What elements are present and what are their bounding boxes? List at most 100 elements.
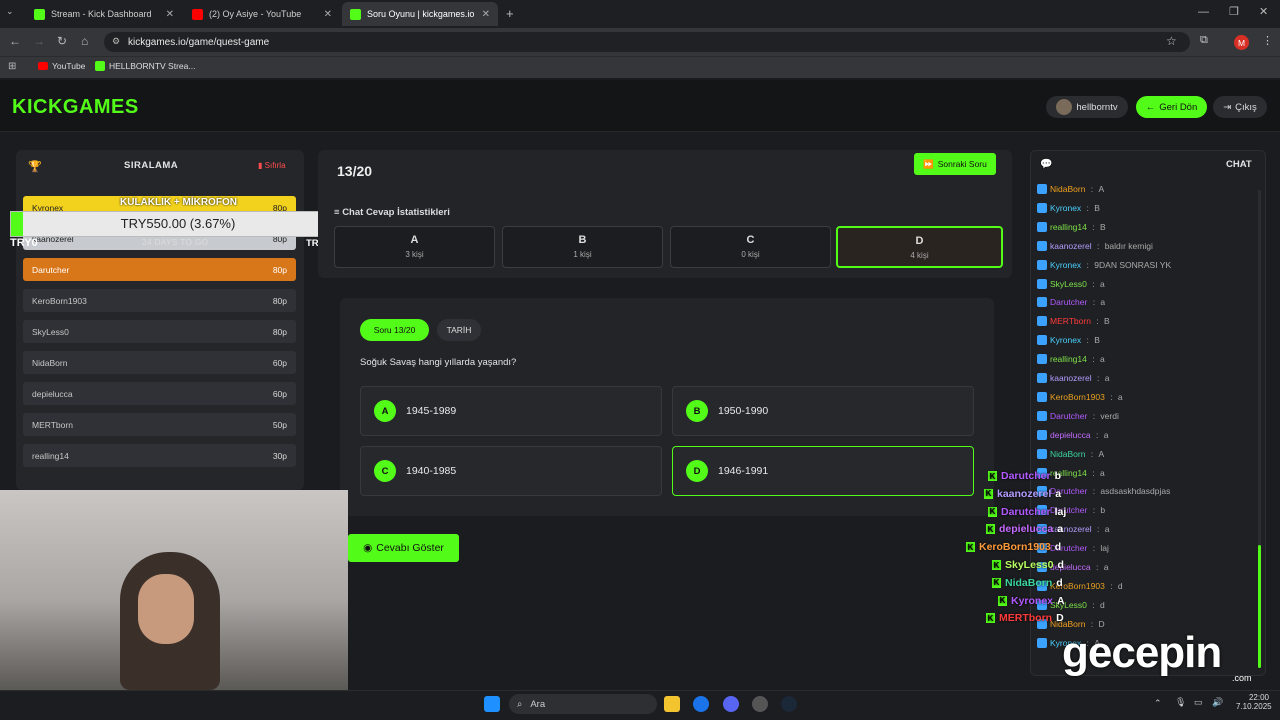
windows-start-icon[interactable]	[484, 696, 500, 712]
stat-count: 3 kişi	[405, 250, 424, 259]
chat-text: asdsaskhdasdpjas	[1100, 486, 1171, 497]
volume-icon[interactable]: 🔊	[1212, 697, 1223, 708]
new-tab-icon[interactable]: +	[506, 6, 514, 21]
stat-letter: B	[578, 234, 587, 246]
chat-bubble-icon: 💬	[1040, 159, 1053, 170]
stream-chat-line: K SkyLess0 d	[992, 559, 1064, 571]
chat-scrollbar[interactable]	[1258, 190, 1261, 668]
logout-button[interactable]: ⇥ Çıkış	[1213, 96, 1267, 118]
chat-message: realling14 : B	[1037, 221, 1106, 232]
site-logo[interactable]: KICKGAMES	[12, 96, 139, 119]
overlay-text: a	[1057, 523, 1064, 536]
chat-username: MERTborn	[1050, 316, 1091, 327]
extensions-icon[interactable]: ⧉	[1200, 34, 1208, 47]
player-points: 50p	[272, 419, 287, 430]
badge-icon	[1037, 202, 1047, 213]
chat-separator: :	[1089, 278, 1097, 289]
file-explorer-icon[interactable]	[664, 696, 680, 712]
discord-icon[interactable]	[723, 696, 739, 712]
leaderboard-row: realling14 30p	[23, 444, 296, 467]
answer-option-c[interactable]: C 1940-1985	[360, 446, 662, 496]
answer-option-b[interactable]: B 1950-1990	[672, 386, 974, 436]
kick-icon	[350, 8, 361, 20]
trophy-icon: 🏆	[28, 161, 42, 173]
chat-text: B	[1104, 316, 1110, 327]
tab-kick-dashboard[interactable]: Stream - Kick Dashboard ✕	[26, 2, 182, 26]
apps-grid-icon[interactable]: ⊞	[8, 61, 16, 72]
overlay-text: A	[1057, 594, 1065, 607]
site-info-icon[interactable]: ⚙	[112, 36, 120, 47]
fast-forward-icon: ⏩	[923, 158, 934, 169]
chat-text: baldır kemigi	[1104, 240, 1153, 251]
player-points: 60p	[272, 388, 287, 399]
reset-button[interactable]: ▮ Sıfırla	[258, 161, 286, 170]
bookmark-youtube[interactable]: YouTube	[38, 61, 85, 71]
tab-search-icon[interactable]: ⌄	[6, 6, 14, 17]
close-icon[interactable]: ✕	[166, 9, 174, 20]
chat-scroll-thumb[interactable]	[1258, 545, 1261, 668]
answer-option-a[interactable]: A 1945-1989	[360, 386, 662, 436]
stat-count: 0 kişi	[741, 250, 760, 259]
chrome-icon[interactable]	[693, 696, 709, 712]
tab-title: Soru Oyunu | kickgames.io	[367, 9, 475, 19]
next-question-button[interactable]: ⏩ Sonraki Soru	[914, 153, 996, 175]
stream-chat-line: K NidaBorn d	[992, 577, 1063, 589]
bookmark-star-icon[interactable]: ☆	[1166, 34, 1177, 48]
chat-text: B	[1094, 335, 1100, 346]
badge-icon	[1037, 637, 1047, 648]
chat-username: NidaBorn	[1050, 448, 1086, 459]
chat-username: Kyronex	[1050, 259, 1082, 270]
chat-text: a	[1103, 429, 1109, 440]
chat-message: NidaBorn : A	[1037, 184, 1104, 194]
tab-youtube[interactable]: (2) Oy Asiye - YouTube ✕	[184, 2, 340, 26]
stream-chat-line: Kdepielucca a	[986, 523, 1063, 535]
back-button[interactable]: ← Geri Dön	[1136, 96, 1207, 118]
network-icon[interactable]: ▭	[1194, 697, 1203, 708]
chat-username: Kyronex	[1050, 335, 1082, 346]
tab-kickgames[interactable]: Soru Oyunu | kickgames.io ✕	[342, 2, 498, 26]
app-icon[interactable]	[752, 696, 768, 712]
chat-separator: :	[1093, 562, 1101, 572]
back-icon[interactable]: ←	[9, 34, 21, 48]
reset-label: Sıfırla	[264, 161, 286, 170]
chat-message: depielucca : a	[1037, 429, 1109, 440]
badge-icon	[1037, 335, 1047, 346]
badge-icon	[1037, 221, 1047, 232]
chat-separator: :	[1088, 184, 1096, 194]
chat-message: SkyLess0 : a	[1037, 278, 1105, 289]
answer-option-d[interactable]: D 1946-1991	[672, 446, 974, 496]
restore-icon[interactable]: ❐	[1229, 5, 1239, 18]
user-badge[interactable]: hellborntv	[1046, 96, 1128, 118]
clock-date: 7.10.2025	[1236, 702, 1272, 711]
stat-letter: D	[915, 235, 924, 247]
home-icon[interactable]: ⌂	[81, 34, 88, 48]
bookmark-hellborntv[interactable]: HELLBORNTV Strea...	[95, 61, 195, 71]
url-bar[interactable]: kickgames.io/game/quest-game	[104, 32, 1190, 52]
forward-icon[interactable]: →	[33, 34, 45, 48]
chat-text: a	[1099, 467, 1105, 478]
tray-chevron-icon[interactable]: ⌃	[1154, 698, 1162, 709]
youtube-icon	[192, 8, 203, 20]
close-icon[interactable]: ✕	[482, 9, 490, 20]
taskbar-search[interactable]: ⌕ Ara	[509, 694, 657, 714]
overlay-username: kaanozerel	[997, 487, 1052, 500]
taskbar-clock[interactable]: 22:00 7.10.2025	[1236, 693, 1272, 711]
logo-part-games: GAMES	[62, 96, 139, 118]
overlay-username: Kyronex	[1011, 594, 1054, 607]
steam-icon[interactable]	[781, 696, 797, 712]
menu-icon[interactable]: ⋮	[1262, 34, 1273, 47]
chat-message: realling14 : a	[1037, 354, 1105, 365]
overlay-username: depielucca	[999, 523, 1054, 536]
microphone-icon[interactable]: 🎙	[1175, 697, 1186, 708]
window-close-icon[interactable]: ✕	[1259, 5, 1268, 18]
chat-separator: :	[1084, 335, 1092, 346]
kick-icon: K	[966, 542, 975, 553]
reload-icon[interactable]: ↻	[57, 34, 67, 48]
profile-avatar[interactable]: M	[1234, 35, 1249, 50]
close-icon[interactable]: ✕	[324, 9, 332, 20]
minimize-icon[interactable]: —	[1198, 6, 1209, 18]
show-answer-button[interactable]: ◉ Cevabı Göster	[348, 534, 459, 562]
chat-message: Kyronex : B	[1037, 202, 1100, 213]
leaderboard-row: Darutcher 80p	[23, 258, 296, 281]
chat-message: kaanozerel : a	[1037, 373, 1109, 383]
